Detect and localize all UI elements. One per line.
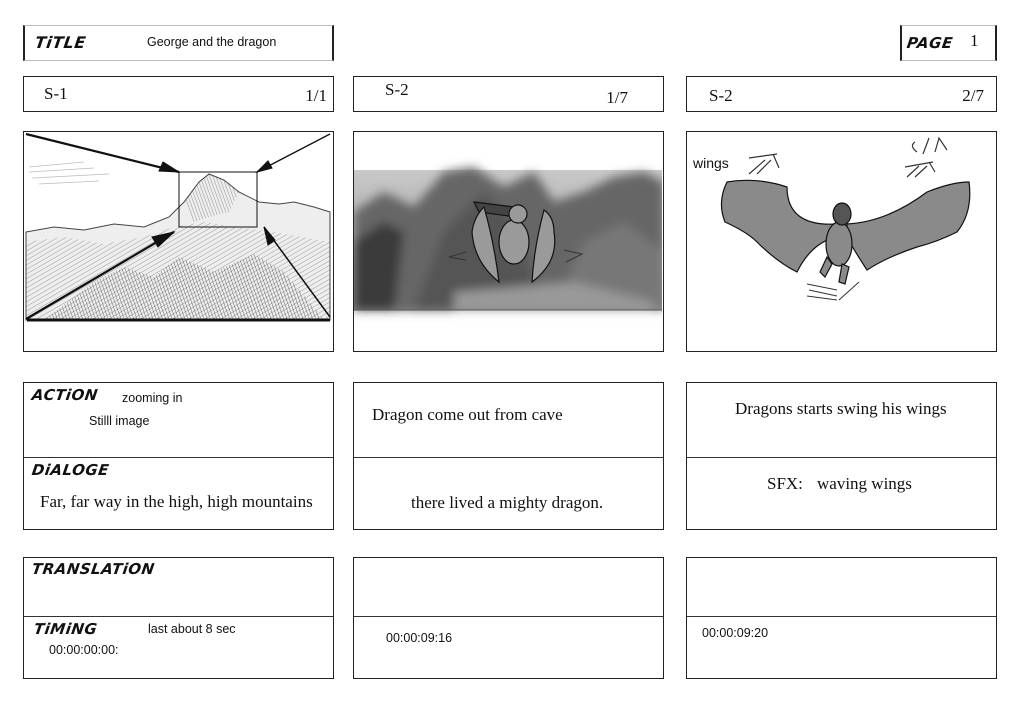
action-dialog-box-1: ACTiON zooming in Stilll image DiALOGE F… xyxy=(23,382,334,530)
page-box: PAGE 1 xyxy=(900,25,997,61)
sfx-text: waving wings xyxy=(817,474,912,493)
scene-header-2: S-2 1/7 xyxy=(353,76,664,112)
divider xyxy=(354,616,663,617)
scene-count: 1/7 xyxy=(606,88,628,107)
mountain-sketch-image xyxy=(25,132,331,322)
dialog-text: Far, far way in the high, high mountains xyxy=(40,492,313,511)
sfx-label: SFX: xyxy=(767,474,803,493)
translation-timing-box-2: 00:00:09:16 xyxy=(353,557,664,679)
divider xyxy=(687,616,996,617)
title-value: George and the dragon xyxy=(147,35,277,49)
scene-count: 2/7 xyxy=(962,86,984,105)
scene-header-3: S-2 2/7 xyxy=(686,76,997,112)
timecode: 00:00:09:16 xyxy=(386,631,453,645)
translation-label: TRANSLATiON xyxy=(30,560,156,578)
scene-id: S-1 xyxy=(44,84,68,103)
timecode: 00:00:00:00: xyxy=(49,643,119,657)
action-text: Stilll image xyxy=(89,414,150,428)
timing-note: last about 8 sec xyxy=(148,622,236,636)
divider xyxy=(24,457,333,458)
divider xyxy=(24,616,333,617)
page-label: PAGE xyxy=(905,34,955,52)
title-box: TiTLE George and the dragon xyxy=(23,25,334,61)
timing-label: TiMiNG xyxy=(32,620,99,638)
action-text: zooming in xyxy=(122,391,183,405)
dragon-cave-image xyxy=(354,167,662,311)
action-text: Dragon come out from cave xyxy=(372,405,563,424)
translation-timing-box-3: 00:00:09:20 xyxy=(686,557,997,679)
action-label: ACTiON xyxy=(30,386,100,404)
storyboard-panel-3: wings xyxy=(686,131,997,352)
action-dialog-box-2: Dragon come out from cave there lived a … xyxy=(353,382,664,530)
translation-timing-box-1: TRANSLATiON TiMiNG last about 8 sec 00:0… xyxy=(23,557,334,679)
scene-id: S-2 xyxy=(709,86,733,105)
title-label: TiTLE xyxy=(33,33,88,52)
storyboard-panel-2 xyxy=(353,131,664,352)
dialog-label: DiALOGE xyxy=(30,461,111,479)
action-dialog-box-3: Dragons starts swing his wings SFX: wavi… xyxy=(686,382,997,530)
scene-header-1: S-1 1/1 xyxy=(23,76,334,112)
dragon-wings-image: wings xyxy=(692,136,971,301)
action-text: Dragons starts swing his wings xyxy=(735,399,947,418)
divider xyxy=(687,457,996,458)
storyboard-panel-1 xyxy=(23,131,334,352)
timecode: 00:00:09:20 xyxy=(702,626,769,640)
wings-annotation: wings xyxy=(692,155,729,171)
dialog-text: there lived a mighty dragon. xyxy=(411,493,604,512)
scene-id: S-2 xyxy=(385,80,409,99)
scene-count: 1/1 xyxy=(305,86,327,105)
divider xyxy=(354,457,663,458)
page-number: 1 xyxy=(970,31,979,50)
